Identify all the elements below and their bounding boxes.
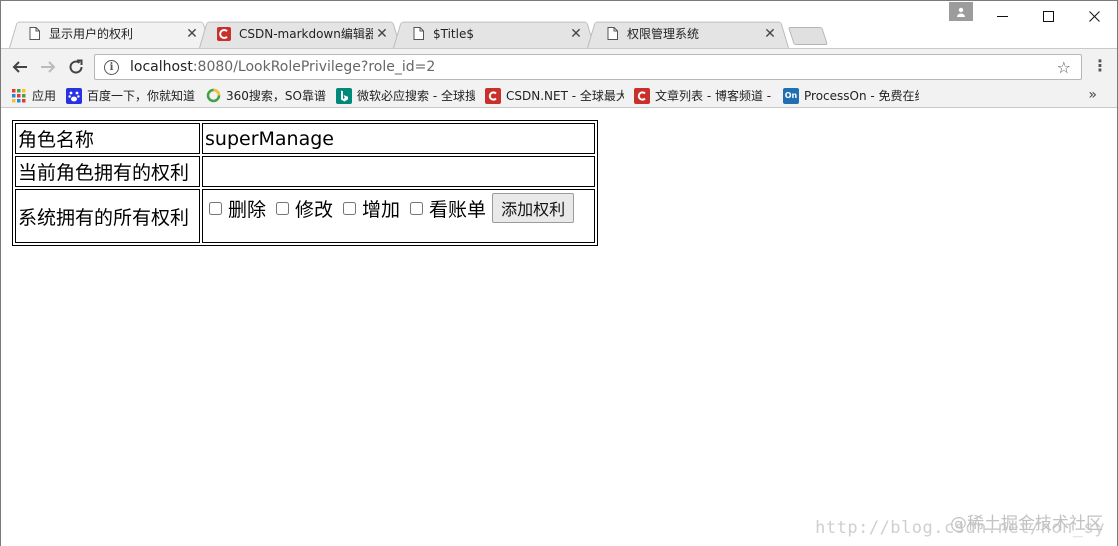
current-privileges-value: [202, 156, 595, 187]
close-tab-icon[interactable]: ✕: [373, 26, 391, 42]
bookmark-label: 微软必应搜索 - 全球搜: [357, 89, 475, 103]
address-bar[interactable]: i localhost:8080/LookRolePrivilege?role_…: [94, 54, 1082, 80]
browser-window: 显示用户的权利 ✕ CSDN-markdown编辑器 ✕ $Title$ ✕ 权…: [0, 0, 1118, 546]
tab-title: $Title$: [433, 26, 474, 41]
role-privilege-table: 角色名称 superManage 当前角色拥有的权利 系统拥有的所有权利 删除 修…: [12, 120, 598, 246]
privilege-modify-checkbox[interactable]: [276, 202, 290, 215]
page-content: 角色名称 superManage 当前角色拥有的权利 系统拥有的所有权利 删除 修…: [1, 109, 1117, 546]
privilege-label: 删除: [228, 199, 267, 221]
table-row: 当前角色拥有的权利: [15, 156, 595, 187]
maximize-icon[interactable]: [1025, 1, 1071, 31]
privilege-modify-option[interactable]: 修改: [272, 195, 333, 222]
profile-icon[interactable]: [949, 2, 973, 21]
role-name-value: superManage: [202, 123, 595, 154]
info-icon[interactable]: i: [104, 59, 119, 75]
bookmark-label: 360搜索，SO靠谱: [226, 89, 326, 103]
tab-title: CSDN-markdown编辑器: [239, 27, 373, 41]
bookmark-label: CSDN.NET - 全球最大: [506, 89, 624, 103]
bookmark-label: 应用: [32, 89, 57, 103]
forward-icon[interactable]: [37, 56, 59, 78]
browser-menu-icon[interactable]: ⋮: [1091, 56, 1109, 78]
tab-permission-system[interactable]: 权限管理系统 ✕: [587, 19, 789, 48]
privilege-view-bill-option[interactable]: 看账单: [406, 195, 486, 222]
current-privileges-label: 当前角色拥有的权利: [15, 156, 200, 187]
privilege-view-bill-checkbox[interactable]: [410, 202, 424, 215]
table-row: 角色名称 superManage: [15, 123, 595, 154]
page-icon: [27, 27, 41, 41]
bookmark-csdn-net[interactable]: CSDN.NET - 全球最大: [485, 87, 624, 104]
close-window-icon[interactable]: [1071, 1, 1117, 31]
navigation-toolbar: i localhost:8080/LookRolePrivilege?role_…: [1, 48, 1117, 84]
tab-title-placeholder[interactable]: $Title$ ✕: [393, 19, 595, 48]
privilege-delete-checkbox[interactable]: [209, 202, 222, 215]
window-controls: [979, 1, 1117, 31]
bookmark-bing[interactable]: 微软必应搜索 - 全球搜: [336, 87, 475, 104]
close-tab-icon[interactable]: ✕: [761, 26, 779, 42]
bookmark-apps[interactable]: 应用: [11, 87, 56, 104]
new-tab-button[interactable]: [788, 27, 828, 45]
table-row: 系统拥有的所有权利 删除 修改 增加 看账单 添加权利: [15, 189, 595, 243]
back-icon[interactable]: [9, 56, 31, 78]
privilege-label: 修改: [295, 199, 334, 221]
url-path: :8080/LookRolePrivilege?role_id=2: [192, 59, 436, 75]
privilege-label: 增加: [362, 199, 401, 221]
minimize-icon[interactable]: [979, 1, 1025, 31]
page-icon: [605, 27, 619, 41]
add-privilege-button[interactable]: 添加权利: [492, 193, 575, 223]
bookmark-star-icon[interactable]: ☆: [1057, 58, 1071, 77]
privilege-add-option[interactable]: 增加: [339, 195, 400, 222]
tab-show-user-privileges[interactable]: 显示用户的权利 ✕: [9, 19, 211, 48]
processon-icon: On: [783, 87, 799, 104]
tab-title: 权限管理系统: [627, 27, 700, 41]
360-icon: [205, 88, 221, 104]
url-host: localhost: [130, 59, 193, 75]
bookmark-label: ProcessOn - 免费在线: [804, 89, 919, 103]
role-name-label: 角色名称: [15, 123, 200, 154]
bookmark-label: 百度一下，你就知道: [87, 89, 196, 103]
tab-csdn-markdown[interactable]: CSDN-markdown编辑器 ✕: [199, 19, 401, 48]
privilege-add-checkbox[interactable]: [343, 202, 357, 215]
csdn-icon: [217, 26, 231, 41]
bookmark-label: 文章列表 - 博客频道 -: [655, 89, 772, 103]
privilege-options: 删除 修改 增加 看账单 添加权利: [202, 189, 595, 243]
page-icon: [411, 27, 425, 41]
tab-strip: 显示用户的权利 ✕ CSDN-markdown编辑器 ✕ $Title$ ✕ 权…: [1, 1, 1117, 48]
bookmark-article-list[interactable]: 文章列表 - 博客频道 -: [634, 87, 773, 104]
close-tab-icon[interactable]: ✕: [567, 26, 585, 42]
watermark-brand: @稀土掘金技术社区: [950, 514, 1103, 534]
apps-icon: [11, 88, 27, 104]
all-privileges-label: 系统拥有的所有权利: [15, 189, 200, 243]
reload-icon[interactable]: [65, 56, 87, 78]
bookmark-baidu[interactable]: 百度一下，你就知道: [66, 87, 195, 104]
bookmarks-overflow-icon[interactable]: »: [1088, 87, 1097, 103]
csdn-icon: [485, 87, 501, 104]
privilege-delete-option[interactable]: 删除: [205, 195, 266, 222]
csdn-icon: [634, 87, 650, 104]
baidu-icon: [66, 87, 83, 104]
privilege-label: 看账单: [429, 199, 487, 221]
bing-icon: [336, 87, 352, 104]
bookmarks-bar: 应用 百度一下，你就知道 360搜索，SO靠谱 微软必应搜索 - 全球搜 CSD…: [1, 84, 1117, 108]
tab-title: 显示用户的权利: [49, 27, 134, 41]
bookmark-360[interactable]: 360搜索，SO靠谱: [205, 87, 326, 104]
bookmark-processon[interactable]: On ProcessOn - 免费在线: [783, 87, 919, 104]
